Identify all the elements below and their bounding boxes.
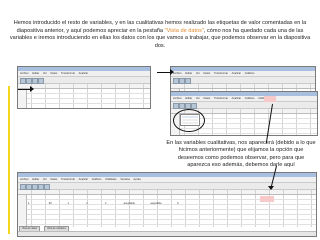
annotation-marker-left	[8, 86, 10, 234]
menu-item[interactable]: Analizar	[232, 72, 241, 75]
menu-item[interactable]: Transformar	[61, 178, 75, 181]
cell-value[interactable]: 2	[105, 202, 123, 205]
data-grid[interactable]	[18, 84, 150, 108]
menu-item[interactable]: Editar	[185, 97, 192, 100]
menu-item[interactable]: Ver	[43, 72, 47, 75]
menu-item[interactable]: Datos	[204, 97, 211, 100]
menu-item[interactable]: Ver	[43, 178, 47, 181]
menu-item[interactable]: Ver	[196, 72, 200, 75]
menu-item[interactable]: Editar	[32, 178, 39, 181]
menu-item[interactable]: Editar	[185, 72, 192, 75]
annotation-circle	[173, 109, 205, 132]
toolbar	[171, 77, 315, 84]
menu-item[interactable]: Transformar	[61, 72, 75, 75]
annotation-highlight-bottom	[260, 196, 274, 202]
cell-value[interactable]: 6	[177, 202, 189, 205]
menu-item[interactable]: Utilidades	[105, 178, 116, 181]
menu-item[interactable]: Datos	[204, 72, 211, 75]
arrow-top-right-head	[170, 69, 174, 75]
cell-value[interactable]: 60	[49, 202, 67, 205]
cell-value[interactable]: 1	[67, 202, 85, 205]
caption-text: En las variables cualitativas, nos apare…	[166, 140, 316, 168]
cell-value[interactable]: aceptable	[150, 202, 176, 205]
menu-item[interactable]: Gráficos	[92, 178, 102, 181]
menu-item[interactable]: Gráficos	[245, 72, 255, 75]
menu-item[interactable]: Ventana	[120, 178, 130, 181]
toolbar	[171, 102, 317, 109]
cell-value[interactable]: aceptable	[124, 202, 150, 205]
cell-value[interactable]: 1	[86, 202, 104, 205]
menu-item[interactable]: Archivo	[20, 178, 29, 181]
menu-item[interactable]: Analizar	[79, 178, 88, 181]
menu-item[interactable]: Editar	[32, 72, 39, 75]
menu-item[interactable]: Datos	[51, 72, 58, 75]
intro-paragraph: Hemos introducido el resto de variables,…	[6, 20, 314, 50]
menu-item[interactable]: Ver	[196, 97, 200, 100]
menu-item[interactable]: Analizar	[79, 72, 88, 75]
annotation-highlight-top	[264, 96, 276, 102]
menu-item[interactable]: Archivo	[173, 72, 182, 75]
menu-item[interactable]: Archivo	[20, 72, 29, 75]
arrow-top-right-line	[157, 72, 171, 73]
spss-window-left: Archivo Editar Ver Datos Transformar Ana…	[17, 66, 151, 109]
toolbar	[18, 77, 150, 84]
data-row-1[interactable]: 1 60 1 1 2 aceptable aceptable 6	[28, 202, 189, 205]
menu-item[interactable]: Gráficos	[245, 97, 255, 100]
menu-item[interactable]: Analizar	[232, 97, 241, 100]
menu-item[interactable]: Transformar	[214, 72, 228, 75]
status-bar	[18, 231, 316, 236]
menu-item[interactable]: Archivo	[173, 97, 182, 100]
menu-item[interactable]: Ayuda	[133, 178, 140, 181]
intro-highlight: "Vista de datos"	[164, 27, 204, 34]
arrow-left-head	[30, 86, 34, 92]
menu-item[interactable]: Datos	[51, 178, 58, 181]
arrow-caption-head	[268, 186, 274, 190]
cell-value[interactable]: 1	[28, 202, 48, 205]
menu-item[interactable]: Transformar	[214, 97, 228, 100]
